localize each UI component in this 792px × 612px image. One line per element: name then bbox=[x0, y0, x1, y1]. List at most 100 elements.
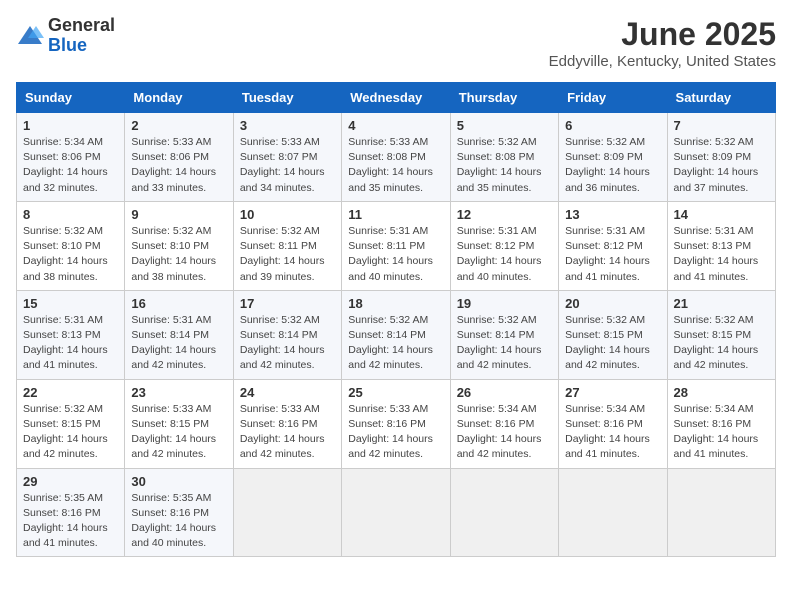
day-number: 1 bbox=[23, 118, 118, 133]
calendar-cell: 16 Sunrise: 5:31 AMSunset: 8:14 PMDayligh… bbox=[125, 290, 233, 379]
calendar-cell: 27 Sunrise: 5:34 AMSunset: 8:16 PMDayligh… bbox=[559, 379, 667, 468]
day-number: 23 bbox=[131, 385, 226, 400]
calendar-cell: 30 Sunrise: 5:35 AMSunset: 8:16 PMDayligh… bbox=[125, 468, 233, 557]
logo-general: General bbox=[48, 16, 115, 36]
day-number: 2 bbox=[131, 118, 226, 133]
weekday-header-row: SundayMondayTuesdayWednesdayThursdayFrid… bbox=[17, 83, 776, 113]
weekday-header-monday: Monday bbox=[125, 83, 233, 113]
calendar-cell: 21Sunrise: 5:32 AMSunset: 8:15 PMDayligh… bbox=[667, 290, 775, 379]
day-info: Sunrise: 5:32 AMSunset: 8:14 PMDaylight:… bbox=[348, 313, 443, 374]
logo: General Blue bbox=[16, 16, 115, 56]
day-info: Sunrise: 5:32 AMSunset: 8:10 PMDaylight:… bbox=[131, 224, 226, 285]
logo-blue: Blue bbox=[48, 36, 115, 56]
day-info: Sunrise: 5:32 AMSunset: 8:09 PMDaylight:… bbox=[674, 135, 769, 196]
day-info: Sunrise: 5:33 AMSunset: 8:16 PMDaylight:… bbox=[348, 402, 443, 463]
day-number: 3 bbox=[240, 118, 335, 133]
day-info: Sunrise: 5:33 AMSunset: 8:08 PMDaylight:… bbox=[348, 135, 443, 196]
calendar-cell: 4 Sunrise: 5:33 AMSunset: 8:08 PMDaylight… bbox=[342, 113, 450, 202]
day-number: 13 bbox=[565, 207, 660, 222]
day-info: Sunrise: 5:32 AMSunset: 8:14 PMDaylight:… bbox=[240, 313, 335, 374]
day-number: 7 bbox=[674, 118, 769, 133]
day-number: 12 bbox=[457, 207, 552, 222]
day-info: Sunrise: 5:31 AMSunset: 8:14 PMDaylight:… bbox=[131, 313, 226, 374]
day-number: 21 bbox=[674, 296, 769, 311]
calendar-cell: 24Sunrise: 5:33 AMSunset: 8:16 PMDayligh… bbox=[233, 379, 341, 468]
calendar-cell: 2 Sunrise: 5:33 AMSunset: 8:06 PMDaylight… bbox=[125, 113, 233, 202]
day-info: Sunrise: 5:32 AMSunset: 8:08 PMDaylight:… bbox=[457, 135, 552, 196]
day-info: Sunrise: 5:34 AMSunset: 8:16 PMDaylight:… bbox=[457, 402, 552, 463]
day-number: 28 bbox=[674, 385, 769, 400]
calendar-cell: 25Sunrise: 5:33 AMSunset: 8:16 PMDayligh… bbox=[342, 379, 450, 468]
day-number: 19 bbox=[457, 296, 552, 311]
calendar-cell bbox=[559, 468, 667, 557]
day-info: Sunrise: 5:31 AMSunset: 8:11 PMDaylight:… bbox=[348, 224, 443, 285]
calendar-cell bbox=[233, 468, 341, 557]
day-info: Sunrise: 5:32 AMSunset: 8:11 PMDaylight:… bbox=[240, 224, 335, 285]
calendar-cell bbox=[667, 468, 775, 557]
calendar-week-2: 8 Sunrise: 5:32 AMSunset: 8:10 PMDaylight… bbox=[17, 201, 776, 290]
day-number: 9 bbox=[131, 207, 226, 222]
day-info: Sunrise: 5:35 AMSunset: 8:16 PMDaylight:… bbox=[23, 491, 118, 552]
calendar-cell: 5 Sunrise: 5:32 AMSunset: 8:08 PMDaylight… bbox=[450, 113, 558, 202]
day-info: Sunrise: 5:34 AMSunset: 8:06 PMDaylight:… bbox=[23, 135, 118, 196]
weekday-header-wednesday: Wednesday bbox=[342, 83, 450, 113]
calendar-cell: 19 Sunrise: 5:32 AMSunset: 8:14 PMDayligh… bbox=[450, 290, 558, 379]
calendar-week-4: 22Sunrise: 5:32 AMSunset: 8:15 PMDayligh… bbox=[17, 379, 776, 468]
day-number: 22 bbox=[23, 385, 118, 400]
calendar-cell: 26 Sunrise: 5:34 AMSunset: 8:16 PMDayligh… bbox=[450, 379, 558, 468]
calendar-cell: 6Sunrise: 5:32 AMSunset: 8:09 PMDaylight… bbox=[559, 113, 667, 202]
day-number: 14 bbox=[674, 207, 769, 222]
calendar-cell: 17 Sunrise: 5:32 AMSunset: 8:14 PMDayligh… bbox=[233, 290, 341, 379]
weekday-header-thursday: Thursday bbox=[450, 83, 558, 113]
calendar-cell: 28 Sunrise: 5:34 AMSunset: 8:16 PMDayligh… bbox=[667, 379, 775, 468]
day-number: 5 bbox=[457, 118, 552, 133]
calendar-cell: 7 Sunrise: 5:32 AMSunset: 8:09 PMDaylight… bbox=[667, 113, 775, 202]
day-info: Sunrise: 5:32 AMSunset: 8:14 PMDaylight:… bbox=[457, 313, 552, 374]
day-number: 29 bbox=[23, 474, 118, 489]
day-info: Sunrise: 5:31 AMSunset: 8:12 PMDaylight:… bbox=[457, 224, 552, 285]
calendar-cell: 18 Sunrise: 5:32 AMSunset: 8:14 PMDayligh… bbox=[342, 290, 450, 379]
day-number: 17 bbox=[240, 296, 335, 311]
weekday-header-sunday: Sunday bbox=[17, 83, 125, 113]
title-area: June 2025 Eddyville, Kentucky, United St… bbox=[549, 16, 776, 70]
logo-text: General Blue bbox=[48, 16, 115, 56]
day-info: Sunrise: 5:33 AMSunset: 8:06 PMDaylight:… bbox=[131, 135, 226, 196]
calendar-cell: 11Sunrise: 5:31 AMSunset: 8:11 PMDayligh… bbox=[342, 201, 450, 290]
day-info: Sunrise: 5:32 AMSunset: 8:09 PMDaylight:… bbox=[565, 135, 660, 196]
page-header: General Blue June 2025 Eddyville, Kentuc… bbox=[16, 16, 776, 70]
day-info: Sunrise: 5:32 AMSunset: 8:15 PMDaylight:… bbox=[565, 313, 660, 374]
day-number: 10 bbox=[240, 207, 335, 222]
calendar-cell: 23 Sunrise: 5:33 AMSunset: 8:15 PMDayligh… bbox=[125, 379, 233, 468]
day-number: 8 bbox=[23, 207, 118, 222]
day-number: 18 bbox=[348, 296, 443, 311]
calendar-week-1: 1 Sunrise: 5:34 AMSunset: 8:06 PMDaylight… bbox=[17, 113, 776, 202]
day-number: 16 bbox=[131, 296, 226, 311]
calendar-cell bbox=[450, 468, 558, 557]
weekday-header-saturday: Saturday bbox=[667, 83, 775, 113]
day-info: Sunrise: 5:33 AMSunset: 8:07 PMDaylight:… bbox=[240, 135, 335, 196]
day-number: 15 bbox=[23, 296, 118, 311]
day-info: Sunrise: 5:34 AMSunset: 8:16 PMDaylight:… bbox=[674, 402, 769, 463]
logo-icon bbox=[16, 22, 44, 50]
calendar-cell: 14Sunrise: 5:31 AMSunset: 8:13 PMDayligh… bbox=[667, 201, 775, 290]
weekday-header-friday: Friday bbox=[559, 83, 667, 113]
day-info: Sunrise: 5:35 AMSunset: 8:16 PMDaylight:… bbox=[131, 491, 226, 552]
day-number: 20 bbox=[565, 296, 660, 311]
calendar-cell: 15Sunrise: 5:31 AMSunset: 8:13 PMDayligh… bbox=[17, 290, 125, 379]
day-number: 4 bbox=[348, 118, 443, 133]
day-info: Sunrise: 5:32 AMSunset: 8:10 PMDaylight:… bbox=[23, 224, 118, 285]
calendar-cell: 9 Sunrise: 5:32 AMSunset: 8:10 PMDaylight… bbox=[125, 201, 233, 290]
calendar-week-3: 15Sunrise: 5:31 AMSunset: 8:13 PMDayligh… bbox=[17, 290, 776, 379]
calendar-cell: 13Sunrise: 5:31 AMSunset: 8:12 PMDayligh… bbox=[559, 201, 667, 290]
day-info: Sunrise: 5:34 AMSunset: 8:16 PMDaylight:… bbox=[565, 402, 660, 463]
day-info: Sunrise: 5:33 AMSunset: 8:15 PMDaylight:… bbox=[131, 402, 226, 463]
calendar-cell: 29 Sunrise: 5:35 AMSunset: 8:16 PMDayligh… bbox=[17, 468, 125, 557]
calendar-cell: 1 Sunrise: 5:34 AMSunset: 8:06 PMDaylight… bbox=[17, 113, 125, 202]
day-number: 27 bbox=[565, 385, 660, 400]
calendar-week-5: 29 Sunrise: 5:35 AMSunset: 8:16 PMDayligh… bbox=[17, 468, 776, 557]
calendar-cell bbox=[342, 468, 450, 557]
calendar-cell: 10 Sunrise: 5:32 AMSunset: 8:11 PMDayligh… bbox=[233, 201, 341, 290]
day-number: 26 bbox=[457, 385, 552, 400]
calendar-table: SundayMondayTuesdayWednesdayThursdayFrid… bbox=[16, 82, 776, 557]
day-number: 30 bbox=[131, 474, 226, 489]
